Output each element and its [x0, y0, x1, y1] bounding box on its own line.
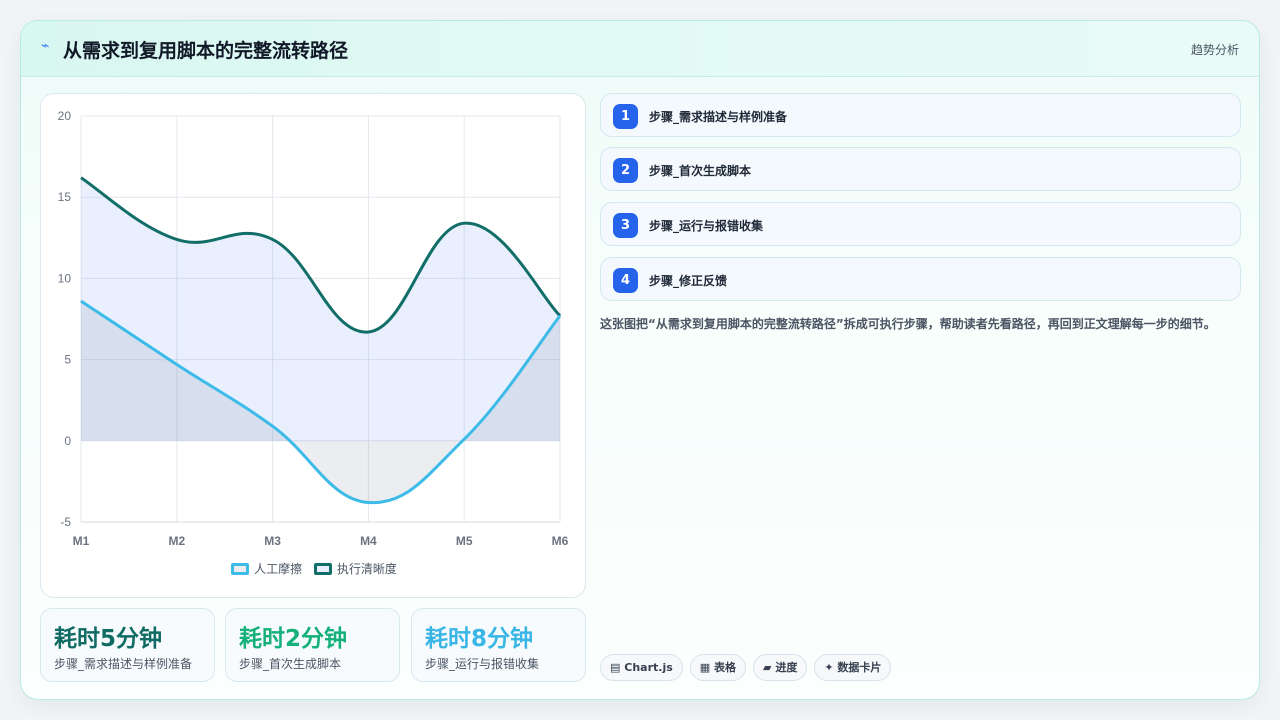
- legend-swatch: [231, 563, 250, 575]
- chart-panel: -5 0 5 10 15 20 M1 M2 M3 M4 M5 M6 人工摩擦 执行清晰度: [40, 93, 586, 598]
- step-item-1[interactable]: 1 步骤_需求描述与样例准备: [600, 93, 1241, 137]
- step-label: 步骤_首次生成脚本: [649, 164, 752, 178]
- y-tick-label: 10: [58, 271, 72, 285]
- x-tick-label: M5: [456, 534, 473, 548]
- legend-label: 执行清晰度: [336, 562, 397, 576]
- y-tick-label: 20: [58, 109, 72, 123]
- main-card: ⌁ 从需求到复用脚本的完整流转路径 趋势分析 -5 0 5 10 15 20 M1 M2 M3 M…: [20, 20, 1260, 700]
- y-tick-label: 15: [58, 190, 72, 204]
- sparkle-icon: ✦: [824, 661, 834, 674]
- chart-icon: ▤: [610, 661, 621, 674]
- legend-swatch: [313, 563, 332, 575]
- stat-label: 步骤_首次生成脚本: [239, 657, 342, 671]
- stat-value: 耗时5分钟: [54, 626, 163, 652]
- chip-table[interactable]: ▦ 表格: [689, 654, 747, 681]
- x-tick-label: M4: [360, 534, 377, 548]
- chip-label: 表格: [714, 661, 737, 674]
- y-tick-label: 0: [64, 434, 71, 448]
- legend-item-series-2[interactable]: 执行清晰度: [313, 560, 397, 577]
- step-number: 2: [613, 158, 638, 183]
- card-title: 从需求到复用脚本的完整流转路径: [63, 40, 349, 62]
- description-text: 这张图把“从需求到复用脚本的完整流转路径”拆成可执行步骤，帮助读者先看路径，再回…: [600, 317, 1216, 331]
- stat-value: 耗时8分钟: [425, 626, 534, 652]
- step-item-4[interactable]: 4 步骤_修正反馈: [600, 257, 1241, 301]
- legend-label: 人工摩擦: [254, 562, 303, 576]
- step-number: 3: [613, 213, 638, 238]
- stat-card: 耗时2分钟 步骤_首次生成脚本: [225, 608, 400, 682]
- step-label: 步骤_修正反馈: [649, 274, 728, 288]
- y-tick-label: -5: [60, 515, 71, 529]
- stat-card: 耗时8分钟 步骤_运行与报错收集: [411, 608, 586, 682]
- feature-chips: ▤ Chart.js ▦ 表格 ▰ 进度 ✦ 数据卡片: [600, 654, 898, 681]
- chart-legend: 人工摩擦 执行清晰度: [41, 560, 587, 577]
- legend-item-series-1[interactable]: 人工摩擦: [231, 560, 302, 577]
- chip-label: 数据卡片: [837, 661, 882, 674]
- step-label: 步骤_运行与报错收集: [649, 219, 764, 233]
- card-header: ⌁ 从需求到复用脚本的完整流转路径 趋势分析: [21, 21, 1259, 77]
- stat-label: 步骤_需求描述与样例准备: [54, 657, 193, 671]
- table-icon: ▦: [699, 661, 711, 674]
- x-tick-label: M3: [264, 534, 281, 548]
- lightning-icon: ⌁: [41, 38, 50, 54]
- chip-chartjs[interactable]: ▤ Chart.js: [600, 654, 683, 681]
- chip-label: Chart.js: [624, 661, 673, 674]
- step-label: 步骤_需求描述与样例准备: [649, 110, 788, 124]
- stat-value: 耗时2分钟: [239, 626, 348, 652]
- stat-label: 步骤_运行与报错收集: [425, 657, 540, 671]
- x-tick-label: M1: [73, 534, 90, 548]
- stat-card: 耗时5分钟 步骤_需求描述与样例准备: [40, 608, 215, 682]
- step-number: 4: [613, 268, 638, 293]
- chip-data-card[interactable]: ✦ 数据卡片: [814, 654, 892, 681]
- step-number: 1: [613, 104, 638, 129]
- y-tick-label: 5: [64, 353, 71, 367]
- x-tick-label: M2: [168, 534, 185, 548]
- x-tick-label: M6: [552, 534, 569, 548]
- chip-label: 进度: [775, 661, 798, 674]
- step-item-3[interactable]: 3 步骤_运行与报错收集: [600, 202, 1241, 246]
- progress-icon: ▰: [763, 661, 772, 674]
- header-tag: 趋势分析: [1190, 43, 1239, 57]
- chip-progress[interactable]: ▰ 进度: [753, 654, 808, 681]
- step-item-2[interactable]: 2 步骤_首次生成脚本: [600, 147, 1241, 191]
- line-chart: -5 0 5 10 15 20 M1 M2 M3 M4 M5 M6: [58, 109, 569, 548]
